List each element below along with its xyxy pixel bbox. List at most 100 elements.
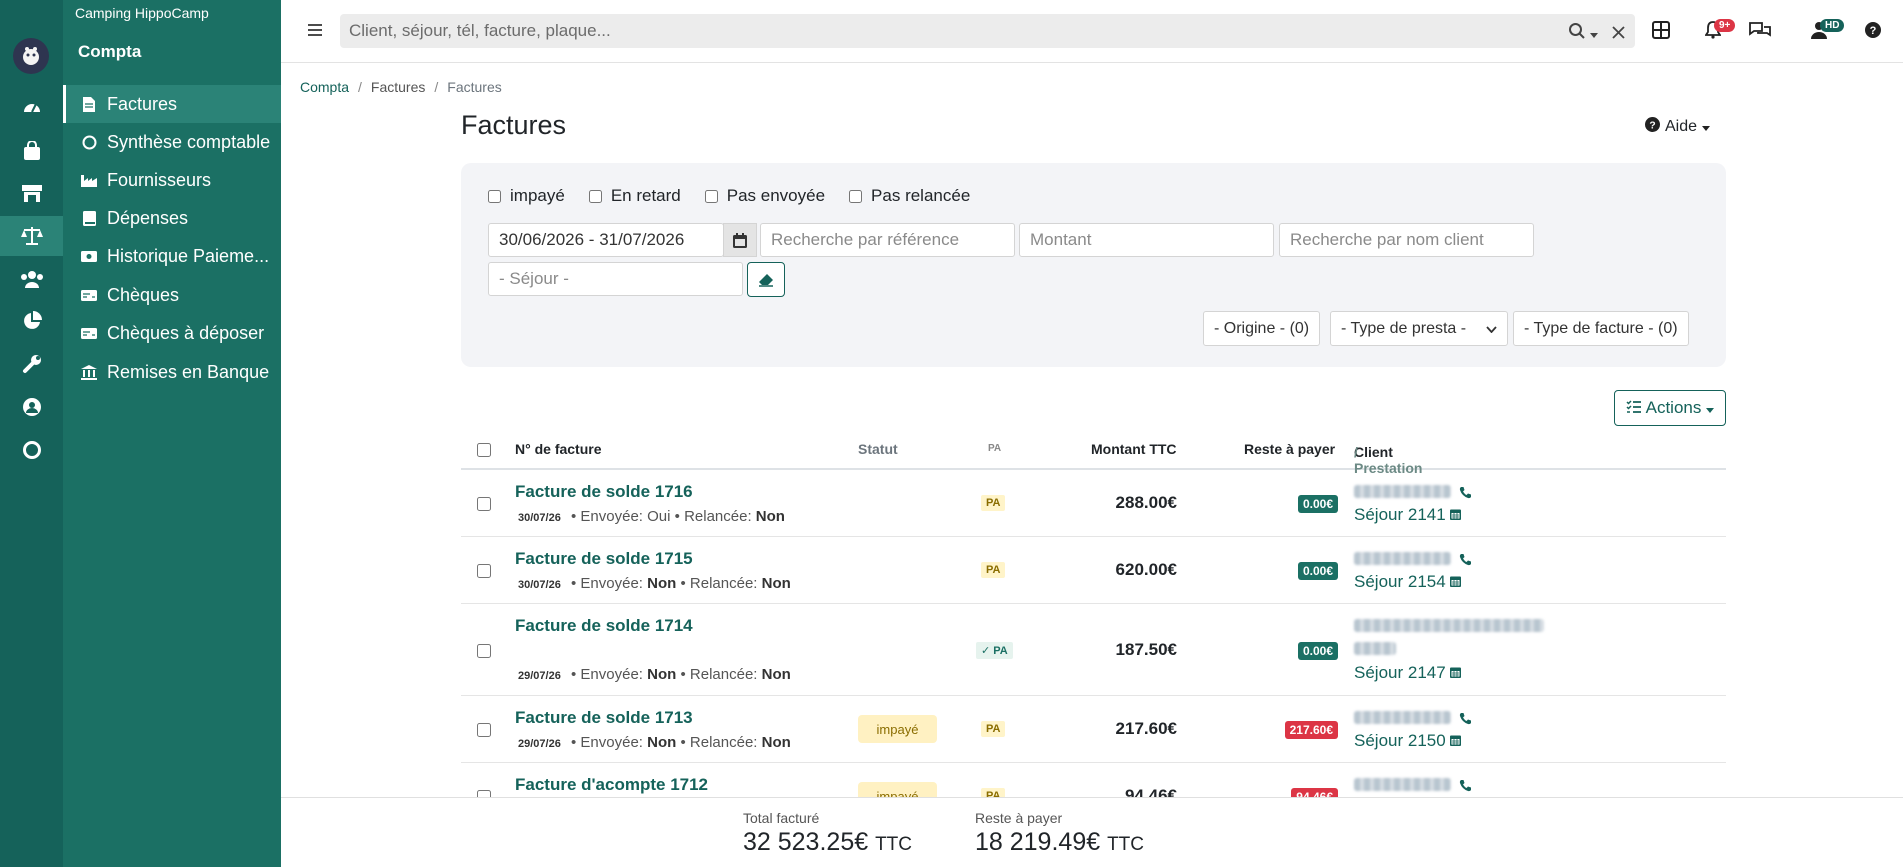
type-presta-filter[interactable]: - Type de presta - bbox=[1330, 311, 1508, 346]
row-checkbox[interactable] bbox=[477, 644, 491, 658]
chevron-down-icon[interactable] bbox=[1590, 24, 1598, 44]
icon-rail bbox=[0, 0, 63, 867]
client-search-input[interactable] bbox=[1279, 223, 1534, 257]
select-all-checkbox[interactable] bbox=[477, 443, 491, 457]
invoice-link[interactable]: Facture de solde 1715 bbox=[515, 549, 693, 569]
table-row: Facture de solde 1715 30/07/26 • Envoyée… bbox=[461, 538, 1726, 604]
sidebar-item-label: Synthèse comptable bbox=[107, 131, 271, 152]
filter-en-retard[interactable]: En retard bbox=[588, 186, 681, 206]
calendar-icon bbox=[1450, 509, 1462, 520]
client-name-blurred[interactable] bbox=[1354, 711, 1451, 724]
phone-icon[interactable] bbox=[1459, 777, 1472, 797]
help-label: Aide bbox=[1665, 118, 1698, 135]
table-row: Facture de solde 1714 29/07/26 • Envoyée… bbox=[461, 605, 1726, 696]
invoice-link[interactable]: Facture de solde 1713 bbox=[515, 708, 693, 728]
sidebar-item-label: Dépenses bbox=[107, 207, 189, 228]
user-circle-icon[interactable] bbox=[0, 387, 63, 427]
search-input[interactable] bbox=[340, 14, 1440, 48]
date-range-input[interactable] bbox=[488, 223, 724, 257]
users-icon[interactable] bbox=[0, 259, 63, 299]
cheque-icon bbox=[81, 325, 97, 341]
calendar-icon bbox=[1450, 735, 1462, 746]
client-name-blurred[interactable] bbox=[1354, 778, 1451, 791]
search-icon[interactable] bbox=[1568, 22, 1586, 45]
sidebar-item-synthese[interactable]: Synthèse comptable bbox=[63, 123, 281, 161]
svg-text:?: ? bbox=[1870, 25, 1877, 37]
filter-impaye-checkbox[interactable] bbox=[488, 189, 501, 203]
filter-pas-relancee-checkbox[interactable] bbox=[849, 189, 863, 203]
balance-scale-icon[interactable] bbox=[0, 216, 63, 256]
invoice-link[interactable]: Facture de solde 1714 bbox=[515, 616, 693, 636]
row-checkbox[interactable] bbox=[477, 564, 491, 578]
col-number[interactable]: N° de facture bbox=[515, 441, 602, 457]
table-row: Facture de solde 1716 30/07/26 • Envoyée… bbox=[461, 471, 1726, 537]
sejour-link[interactable]: Séjour 2147 bbox=[1354, 663, 1462, 683]
client-name-blurred[interactable] bbox=[1354, 619, 1544, 632]
rest-badge: 0.00€ bbox=[1297, 642, 1338, 660]
breadcrumb-compta[interactable]: Compta bbox=[300, 79, 349, 95]
store-icon[interactable] bbox=[0, 173, 63, 213]
type-facture-filter[interactable]: - Type de facture - (0) bbox=[1513, 311, 1689, 346]
filter-pas-envoyee[interactable]: Pas envoyée bbox=[704, 186, 825, 206]
sidebar-item-remises[interactable]: Remises en Banque bbox=[63, 353, 281, 391]
close-icon[interactable] bbox=[1612, 24, 1625, 44]
invoice-meta: 29/07/26 • Envoyée: Non • Relancée: Non bbox=[518, 734, 791, 751]
sejour-link[interactable]: Séjour 2154 bbox=[1354, 572, 1462, 592]
client-name-blurred[interactable] bbox=[1354, 552, 1451, 565]
filter-pas-relancee[interactable]: Pas relancée bbox=[849, 186, 970, 206]
pie-chart-icon[interactable] bbox=[0, 301, 63, 341]
top-bar: 9+ HD ? bbox=[281, 0, 1903, 63]
page-title: Factures bbox=[461, 110, 567, 140]
shopping-bag-icon[interactable] bbox=[0, 131, 63, 171]
sidebar-item-cheques[interactable]: Chèques bbox=[63, 276, 281, 314]
reference-search-input[interactable] bbox=[760, 223, 1015, 257]
tasks-icon bbox=[1626, 398, 1641, 418]
chat-icon[interactable] bbox=[1749, 21, 1771, 44]
user-initials-badge: HD bbox=[1820, 19, 1845, 32]
grid-icon[interactable] bbox=[1652, 21, 1670, 44]
sejour-link[interactable]: Séjour 2141 bbox=[1354, 505, 1462, 525]
app-name: Camping HippoCamp bbox=[75, 5, 209, 21]
pa-badge: PA bbox=[981, 495, 1006, 511]
calendar-button[interactable] bbox=[723, 223, 757, 257]
sidebar-item-fournisseurs[interactable]: Fournisseurs bbox=[63, 161, 281, 199]
amount-input[interactable] bbox=[1019, 223, 1274, 257]
filter-pas-envoyee-checkbox[interactable] bbox=[704, 189, 718, 203]
phone-icon[interactable] bbox=[1459, 710, 1472, 730]
sejour-select[interactable] bbox=[488, 262, 743, 296]
col-amount[interactable]: Montant TTC bbox=[1091, 441, 1177, 457]
col-rest[interactable]: Reste à payer bbox=[1244, 441, 1335, 457]
rest-badge: 0.00€ bbox=[1297, 562, 1338, 580]
life-ring-icon[interactable] bbox=[0, 430, 63, 470]
filter-en-retard-checkbox[interactable] bbox=[588, 189, 602, 203]
actions-button[interactable]: Actions bbox=[1614, 390, 1726, 426]
industry-icon bbox=[81, 172, 97, 188]
sidebar-item-factures[interactable]: Factures bbox=[63, 85, 281, 123]
filter-impaye[interactable]: impayé bbox=[488, 186, 565, 206]
invoice-link[interactable]: Facture de solde 1716 bbox=[515, 482, 693, 502]
row-checkbox[interactable] bbox=[477, 723, 491, 737]
invoice-link[interactable]: Facture d'acompte 1712 bbox=[515, 775, 708, 795]
wrench-icon[interactable] bbox=[0, 344, 63, 384]
clear-filters-button[interactable] bbox=[747, 262, 785, 297]
help-icon[interactable]: ? bbox=[1865, 22, 1881, 43]
dashboard-icon[interactable] bbox=[0, 88, 63, 128]
client-name-blurred[interactable] bbox=[1354, 642, 1396, 655]
breadcrumb-factures[interactable]: Factures bbox=[371, 79, 425, 95]
sidebar-item-historique[interactable]: Historique Paieme... bbox=[63, 237, 281, 275]
invoice-meta: 30/07/26 • Envoyée: Oui • Relancée: Non bbox=[518, 508, 785, 525]
help-dropdown[interactable]: ? Aide bbox=[1645, 117, 1711, 137]
row-checkbox[interactable] bbox=[477, 497, 491, 511]
phone-icon[interactable] bbox=[1459, 551, 1472, 571]
breadcrumb: Compta / Factures / Factures bbox=[300, 79, 502, 95]
rest-badge: 217.60€ bbox=[1284, 721, 1338, 739]
sejour-link[interactable]: Séjour 2150 bbox=[1354, 731, 1462, 751]
origine-filter[interactable]: - Origine - (0) bbox=[1203, 311, 1321, 346]
hamburger-menu-icon[interactable] bbox=[307, 22, 323, 42]
phone-icon[interactable] bbox=[1459, 484, 1472, 504]
hippo-logo-icon[interactable] bbox=[13, 38, 49, 74]
amount-ttc: 217.60€ bbox=[1115, 719, 1177, 738]
sidebar-item-cheques-deposer[interactable]: Chèques à déposer bbox=[63, 314, 281, 352]
client-name-blurred[interactable] bbox=[1354, 485, 1451, 498]
sidebar-item-depenses[interactable]: Dépenses bbox=[63, 199, 281, 237]
